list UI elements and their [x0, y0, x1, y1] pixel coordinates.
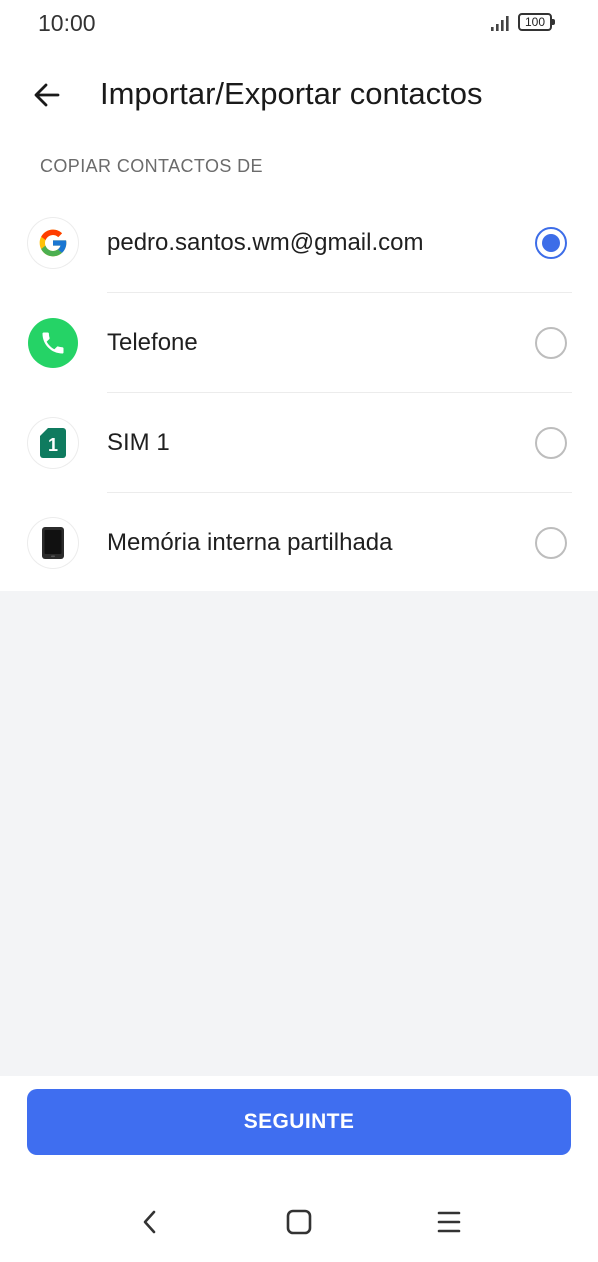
- option-label: pedro.santos.wm@gmail.com: [107, 229, 424, 256]
- radio-unselected[interactable]: [535, 327, 567, 359]
- source-list: pedro.santos.wm@gmail.com Telefone 1 SIM…: [0, 193, 598, 593]
- nav-home-icon: [286, 1209, 312, 1235]
- nav-back-icon: [143, 1210, 156, 1234]
- battery-icon: 100: [518, 13, 555, 31]
- device-storage-icon: [28, 518, 78, 568]
- nav-home-button[interactable]: [277, 1200, 321, 1244]
- section-title: COPIAR CONTACTOS DE: [40, 156, 263, 176]
- arrow-left-icon: [34, 83, 60, 107]
- option-google-account[interactable]: pedro.santos.wm@gmail.com: [0, 193, 598, 293]
- option-phone[interactable]: Telefone: [0, 293, 598, 393]
- nav-menu-button[interactable]: [427, 1200, 471, 1244]
- nav-back-button[interactable]: [128, 1200, 172, 1244]
- empty-area: [0, 591, 598, 1076]
- phone-icon: [28, 318, 78, 368]
- radio-unselected[interactable]: [535, 427, 567, 459]
- option-internal-storage[interactable]: Memória interna partilhada: [0, 493, 598, 593]
- option-label: Telefone: [107, 329, 198, 356]
- sim-number: 1: [48, 435, 58, 455]
- google-icon: [28, 218, 78, 268]
- navigation-bar: [0, 1186, 598, 1262]
- radio-unselected[interactable]: [535, 527, 567, 559]
- option-label: SIM 1: [107, 429, 170, 456]
- app-header: Importar/Exportar contactos: [0, 60, 598, 132]
- nav-menu-icon: [437, 1211, 461, 1233]
- page-title: Importar/Exportar contactos: [100, 76, 483, 111]
- status-time: 10:00: [38, 10, 96, 36]
- sim-card-icon: 1: [28, 418, 78, 468]
- radio-selected[interactable]: [535, 227, 567, 259]
- option-sim-1[interactable]: 1 SIM 1: [0, 393, 598, 493]
- option-label: Memória interna partilhada: [107, 529, 393, 556]
- next-button[interactable]: SEGUINTE: [27, 1089, 571, 1155]
- back-button[interactable]: [26, 74, 68, 116]
- signal-icon: [491, 16, 509, 31]
- status-bar: 10:00 100: [0, 0, 598, 48]
